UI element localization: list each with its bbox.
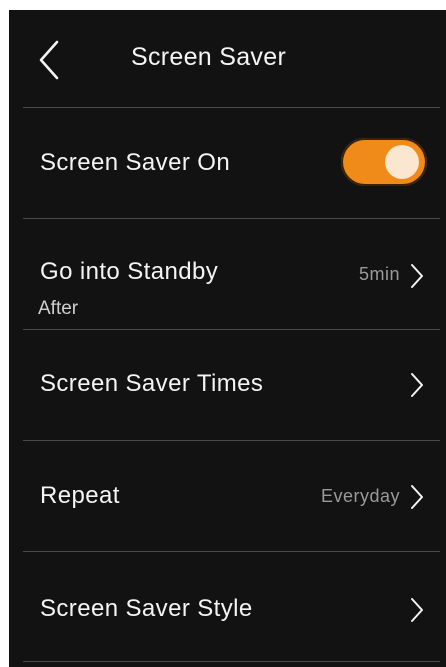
screen-saver-on-label: Screen Saver On — [40, 149, 231, 176]
chevron-right-icon — [410, 484, 424, 510]
toggle-knob — [385, 145, 419, 179]
screen-saver-times-label: Screen Saver Times — [40, 370, 264, 397]
chevron-right-icon — [410, 372, 424, 398]
standby-row[interactable]: Go into Standby After 5min — [9, 218, 446, 328]
settings-screen: Screen Saver Screen Saver On Go into Sta… — [9, 10, 446, 667]
screen-saver-times-row[interactable]: Screen Saver Times — [9, 329, 446, 439]
chevron-right-icon — [410, 263, 424, 289]
repeat-row[interactable]: Repeat Everyday — [9, 440, 446, 550]
repeat-label: Repeat — [40, 482, 120, 509]
screen-saver-toggle[interactable] — [341, 138, 427, 186]
divider — [23, 661, 440, 662]
chevron-left-icon — [39, 40, 59, 80]
standby-sublabel: After — [38, 298, 79, 319]
screen-saver-style-label: Screen Saver Style — [40, 595, 253, 622]
chevron-right-icon — [410, 597, 424, 623]
standby-value: 5min — [358, 264, 400, 284]
standby-label: Go into Standby — [40, 258, 219, 285]
screen-saver-style-row[interactable]: Screen Saver Style — [9, 551, 446, 661]
header: Screen Saver — [9, 10, 446, 107]
back-button[interactable] — [31, 38, 71, 82]
page-title: Screen Saver — [131, 43, 287, 71]
repeat-value: Everyday — [320, 486, 400, 506]
